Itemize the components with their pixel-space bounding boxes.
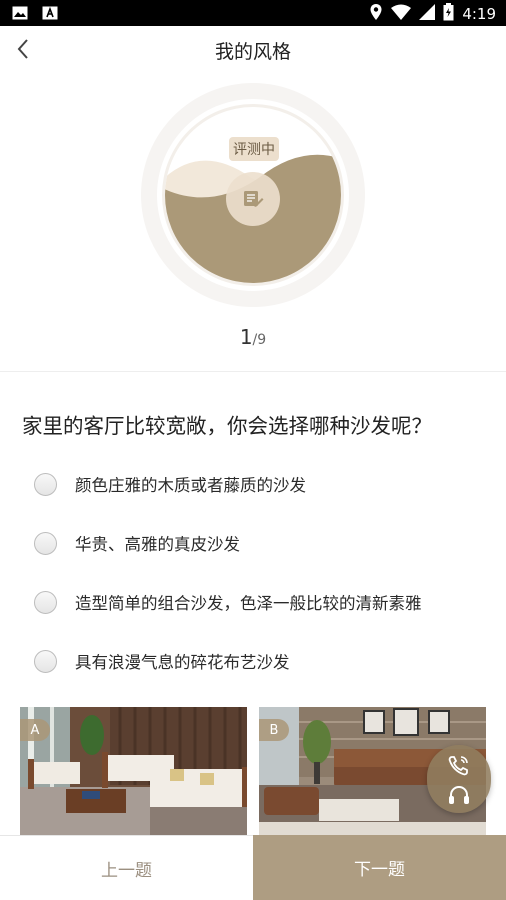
battery-icon xyxy=(443,3,454,25)
signal-icon xyxy=(419,4,436,24)
previous-question-button[interactable]: 上一题 xyxy=(0,835,253,900)
text-icon xyxy=(42,5,58,20)
progress-current: 1 xyxy=(239,325,253,349)
radio-button[interactable] xyxy=(34,649,57,673)
divider xyxy=(0,371,506,372)
headset-icon[interactable] xyxy=(447,785,471,807)
wifi-icon xyxy=(391,4,412,24)
photo-tag-b: B xyxy=(259,719,289,741)
image-icon xyxy=(12,5,28,20)
option-3[interactable]: 造型简单的组合沙发，色泽一般比较的清新素雅 xyxy=(34,588,422,616)
progress-gauge: 评测中 xyxy=(140,82,366,308)
location-icon xyxy=(369,3,383,25)
option-2[interactable]: 华贵、高雅的真皮沙发 xyxy=(34,529,240,557)
gauge-badge: 评测中 xyxy=(229,137,279,161)
radio-button[interactable] xyxy=(34,590,57,614)
progress-total: /9 xyxy=(252,332,267,348)
radio-button[interactable] xyxy=(34,531,57,555)
sofa-photo-a[interactable]: A xyxy=(20,707,247,837)
footer-nav: 上一题 下一题 xyxy=(0,835,506,900)
option-label: 华贵、高雅的真皮沙发 xyxy=(75,535,240,554)
edit-document-icon xyxy=(241,187,265,211)
option-1[interactable]: 颜色庄雅的木质或者藤质的沙发 xyxy=(34,470,306,498)
radio-button[interactable] xyxy=(34,472,57,496)
phone-icon[interactable] xyxy=(447,755,471,777)
photo-tag-a: A xyxy=(20,719,50,741)
option-label: 颜色庄雅的木质或者藤质的沙发 xyxy=(75,476,306,495)
header: 我的风格 xyxy=(0,26,506,72)
question-progress: 1/9 xyxy=(0,325,506,349)
next-question-button[interactable]: 下一题 xyxy=(253,835,506,900)
page-title: 我的风格 xyxy=(214,41,291,63)
question-text: 家里的客厅比较宽敞，你会选择哪种沙发呢？ xyxy=(22,414,432,438)
option-4[interactable]: 具有浪漫气息的碎花布艺沙发 xyxy=(34,647,290,675)
status-bar: 4:19 xyxy=(0,0,506,26)
status-time: 4:19 xyxy=(462,5,496,23)
option-label: 具有浪漫气息的碎花布艺沙发 xyxy=(75,653,290,672)
floating-contact-panel xyxy=(427,745,491,813)
option-label: 造型简单的组合沙发，色泽一般比较的清新素雅 xyxy=(75,594,422,613)
